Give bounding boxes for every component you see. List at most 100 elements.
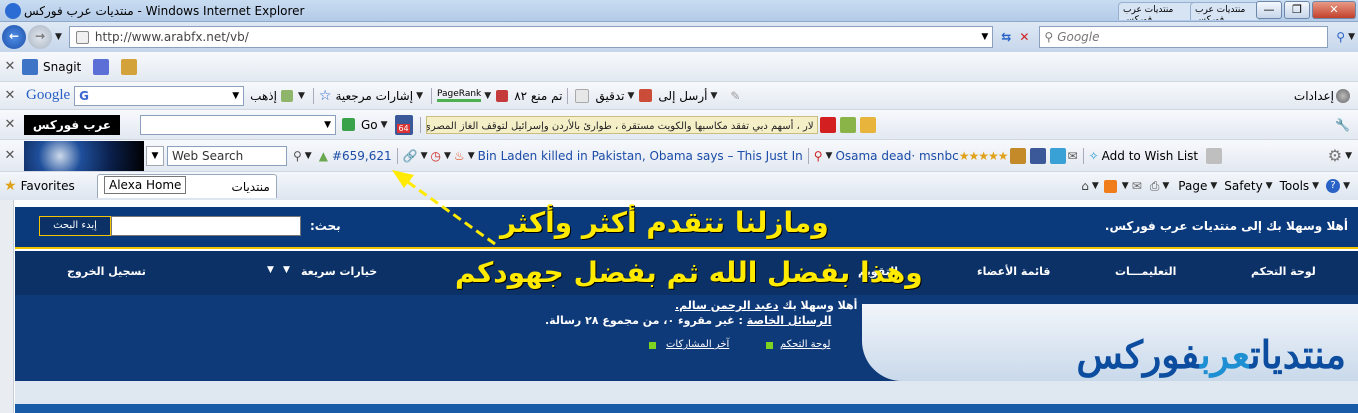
- spellcheck-dropdown-icon[interactable]: ▼: [627, 91, 634, 101]
- go-dropdown-icon[interactable]: ▼: [298, 91, 305, 101]
- search-input[interactable]: ⚲ Google: [1039, 26, 1329, 48]
- read-mail-icon[interactable]: ✉: [1132, 179, 1142, 193]
- news-dropdown-icon[interactable]: ▼: [468, 151, 475, 161]
- print-icon[interactable]: ⎙: [1150, 179, 1160, 194]
- go-arrow-icon[interactable]: [342, 118, 355, 131]
- calculator-icon[interactable]: [859, 116, 876, 133]
- bookmarks-button[interactable]: إشارات مرجعية: [335, 89, 413, 103]
- forum-search-input[interactable]: [111, 216, 301, 236]
- clock-dropdown-icon[interactable]: ▼: [444, 151, 451, 161]
- news-link-2[interactable]: Osama dead· msnbc: [835, 149, 958, 163]
- pencil-icon[interactable]: ✎: [730, 89, 740, 103]
- print-dropdown-icon[interactable]: ▼: [1162, 181, 1169, 191]
- facebook-icon[interactable]: [1029, 147, 1046, 164]
- share-icon[interactable]: [1049, 147, 1066, 164]
- clock-icon[interactable]: ◷: [431, 149, 441, 163]
- fire-icon[interactable]: ♨: [454, 149, 465, 163]
- forum-search-button[interactable]: إبدء البحث: [39, 216, 111, 236]
- mic-dropdown-icon[interactable]: ▼: [826, 151, 833, 161]
- nav-quick-dropdown-icon[interactable]: ▼: [267, 265, 274, 275]
- alexa-logo-dropdown[interactable]: ▼: [146, 145, 164, 166]
- tools-menu[interactable]: Tools: [1280, 179, 1310, 193]
- latest-posts-link[interactable]: آخر المشاركات: [666, 339, 729, 350]
- bookmarks-dropdown-icon[interactable]: ▼: [416, 91, 423, 101]
- google-search-input[interactable]: G ▼: [74, 85, 245, 106]
- mail-icon[interactable]: ✉: [1068, 149, 1078, 163]
- snagit-capture-icon[interactable]: [93, 58, 110, 75]
- favorites-button[interactable]: Favorites: [21, 179, 75, 193]
- page-menu-dropdown-icon[interactable]: ▼: [1210, 181, 1217, 191]
- nav-quick-options[interactable]: خيارات سريعة: [301, 265, 377, 278]
- safety-menu-dropdown-icon[interactable]: ▼: [1266, 181, 1273, 191]
- safety-menu[interactable]: Safety: [1224, 179, 1262, 193]
- compat-icon[interactable]: ⇆: [1001, 30, 1011, 44]
- rss-icon[interactable]: [1103, 179, 1117, 193]
- link-dropdown-icon[interactable]: ▼: [421, 151, 428, 161]
- nav-control-panel[interactable]: لوحة التحكم: [1251, 265, 1316, 278]
- weather-icon[interactable]: [839, 116, 856, 133]
- close-toolbar-icon[interactable]: ✕: [0, 88, 20, 103]
- popup-blocked-label[interactable]: تم منع ٨٢: [514, 89, 562, 103]
- nav-members[interactable]: قائمة الأعضاء: [977, 265, 1050, 278]
- mic-icon[interactable]: ⚲: [814, 149, 823, 163]
- help-dropdown-icon[interactable]: ▼: [1343, 181, 1350, 191]
- gear-icon[interactable]: ⚙: [1328, 146, 1342, 165]
- link-icon[interactable]: 🔗: [403, 149, 418, 163]
- refresh-icon[interactable]: ✕: [1019, 30, 1029, 44]
- news-link-1[interactable]: Bin Laden killed in Pakistan, Obama says…: [478, 149, 803, 163]
- cp-link[interactable]: لوحة التحكم: [780, 339, 830, 350]
- close-toolbar-icon[interactable]: ✕: [0, 117, 20, 132]
- go-dropdown-icon[interactable]: ▼: [381, 120, 388, 130]
- back-button[interactable]: ←: [2, 25, 26, 49]
- snagit-settings-icon[interactable]: [121, 58, 138, 75]
- home-dropdown-icon[interactable]: ▼: [1092, 181, 1099, 191]
- snagit-label[interactable]: Snagit: [43, 60, 81, 74]
- taskbar-tab-1[interactable]: منتديات عرب فوركس: [1118, 2, 1198, 20]
- rss-dropdown-icon[interactable]: ▼: [1122, 181, 1129, 191]
- forward-button[interactable]: →: [28, 25, 52, 49]
- notebook-icon[interactable]: [1009, 147, 1026, 164]
- alexa-rank[interactable]: #659,621: [332, 149, 392, 163]
- facebook-badge-icon[interactable]: 64: [394, 114, 413, 135]
- username-link[interactable]: دعبد الرحمن سالم.: [675, 299, 779, 312]
- history-dropdown-icon[interactable]: ▼: [55, 32, 62, 42]
- arabfx-search-dropdown[interactable]: ▼: [324, 120, 331, 130]
- search-icon[interactable]: ⚲: [293, 149, 302, 163]
- rating-stars-icon[interactable]: ★★★★★: [959, 149, 1009, 163]
- address-dropdown-icon[interactable]: ▼: [981, 32, 988, 42]
- pm-link[interactable]: الرسائل الخاصة: [747, 314, 832, 327]
- search-dropdown-icon[interactable]: ▼: [305, 151, 312, 161]
- wrench-icon[interactable]: 🔧: [1335, 118, 1350, 132]
- tools-menu-dropdown-icon[interactable]: ▼: [1312, 181, 1319, 191]
- nav-logout[interactable]: تسجيل الخروج: [67, 265, 146, 278]
- send-dropdown-icon[interactable]: ▼: [710, 91, 717, 101]
- restore-button[interactable]: ❐: [1284, 1, 1310, 19]
- gear-dropdown-icon[interactable]: ▼: [1345, 151, 1352, 161]
- close-toolbar-icon[interactable]: ✕: [0, 148, 20, 163]
- address-field[interactable]: http://www.arabfx.net/vb/ ▼: [68, 26, 994, 48]
- add-to-wishlist-button[interactable]: Add to Wish List: [1102, 149, 1199, 163]
- web-search-input[interactable]: Web Search: [167, 145, 287, 166]
- spellcheck-button[interactable]: تدقيق: [595, 89, 624, 103]
- search-go-icon[interactable]: ⚲: [1336, 30, 1345, 44]
- arabfx-go-button[interactable]: Go: [361, 118, 378, 132]
- youtube-icon[interactable]: [819, 116, 836, 133]
- send-to-button[interactable]: أرسل إلى: [658, 89, 707, 103]
- pagerank-dropdown-icon[interactable]: ▼: [484, 91, 491, 101]
- settings-button[interactable]: إعدادات: [1294, 89, 1334, 103]
- arabfx-search-input[interactable]: ▼: [140, 114, 336, 135]
- close-toolbar-icon[interactable]: ✕: [0, 59, 20, 74]
- minimize-button[interactable]: —: [1256, 1, 1282, 19]
- nav-quick-dropdown-icon-2[interactable]: ▼: [283, 265, 290, 275]
- google-search-dropdown[interactable]: ▼: [232, 91, 239, 101]
- help-icon[interactable]: ?: [1326, 179, 1341, 193]
- taskbar-tab-2[interactable]: منتديات عرب فوركس: [1190, 2, 1260, 20]
- nav-faq[interactable]: التعليمـــات: [1115, 265, 1176, 278]
- go-arrow-icon[interactable]: [280, 89, 293, 102]
- news-ticker[interactable]: لار ، أسهم دبي تفقد مكاسبها والكويت مستق…: [425, 115, 818, 134]
- close-button[interactable]: ✕: [1312, 1, 1356, 19]
- google-go-button[interactable]: إذهب: [250, 89, 277, 103]
- page-menu[interactable]: Page: [1178, 179, 1207, 193]
- search-options-icon[interactable]: ▼: [1348, 32, 1355, 42]
- profile-card-icon[interactable]: [1206, 147, 1223, 164]
